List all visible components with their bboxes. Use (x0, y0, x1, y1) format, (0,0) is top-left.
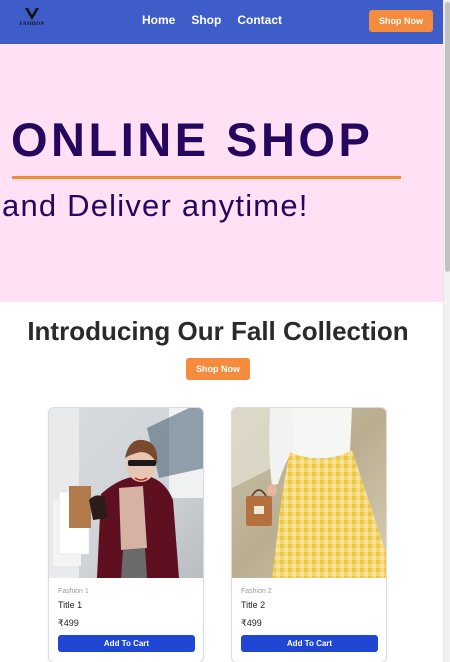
page-scrollbar[interactable] (443, 0, 450, 662)
hero-underline (12, 176, 401, 179)
hero-title: ONLINE SHOP (11, 113, 374, 166)
collection-shop-now-button[interactable]: Shop Now (186, 358, 250, 380)
hero-subtitle: and Deliver anytime! (2, 188, 309, 223)
product-price: ₹499 (241, 618, 262, 628)
logo-icon (25, 8, 39, 20)
scrollbar-thumb[interactable] (445, 2, 450, 272)
nav-links: Home Shop Contact (142, 13, 282, 27)
product-category: Fashion 1 (58, 588, 89, 595)
nav-link-contact[interactable]: Contact (237, 13, 282, 27)
add-to-cart-button[interactable]: Add To Cart (241, 635, 378, 652)
nav-link-home[interactable]: Home (142, 13, 175, 27)
collection-title: Introducing Our Fall Collection (27, 316, 409, 346)
logo-text: FASHION (19, 22, 45, 27)
nav-link-shop[interactable]: Shop (191, 13, 221, 27)
product-title[interactable]: Title 2 (241, 600, 265, 610)
product-price: ₹499 (58, 618, 79, 628)
logo[interactable]: FASHION (12, 8, 52, 36)
nav-shop-now-button[interactable]: Shop Now (369, 10, 433, 32)
page: FASHION Home Shop Contact Shop Now ONLIN… (0, 0, 443, 662)
product-title[interactable]: Title 1 (58, 600, 82, 610)
product-card[interactable]: Fashion 2 Title 2 ₹499 Add To Cart (231, 407, 387, 662)
product-image[interactable] (49, 408, 204, 578)
add-to-cart-button[interactable]: Add To Cart (58, 635, 195, 652)
product-category: Fashion 2 (241, 588, 272, 595)
product-image[interactable] (232, 408, 387, 578)
hero-banner: ONLINE SHOP and Deliver anytime! (0, 44, 443, 302)
navbar: FASHION Home Shop Contact Shop Now (0, 0, 443, 44)
product-card[interactable]: Fashion 1 Title 1 ₹499 Add To Cart (48, 407, 204, 662)
